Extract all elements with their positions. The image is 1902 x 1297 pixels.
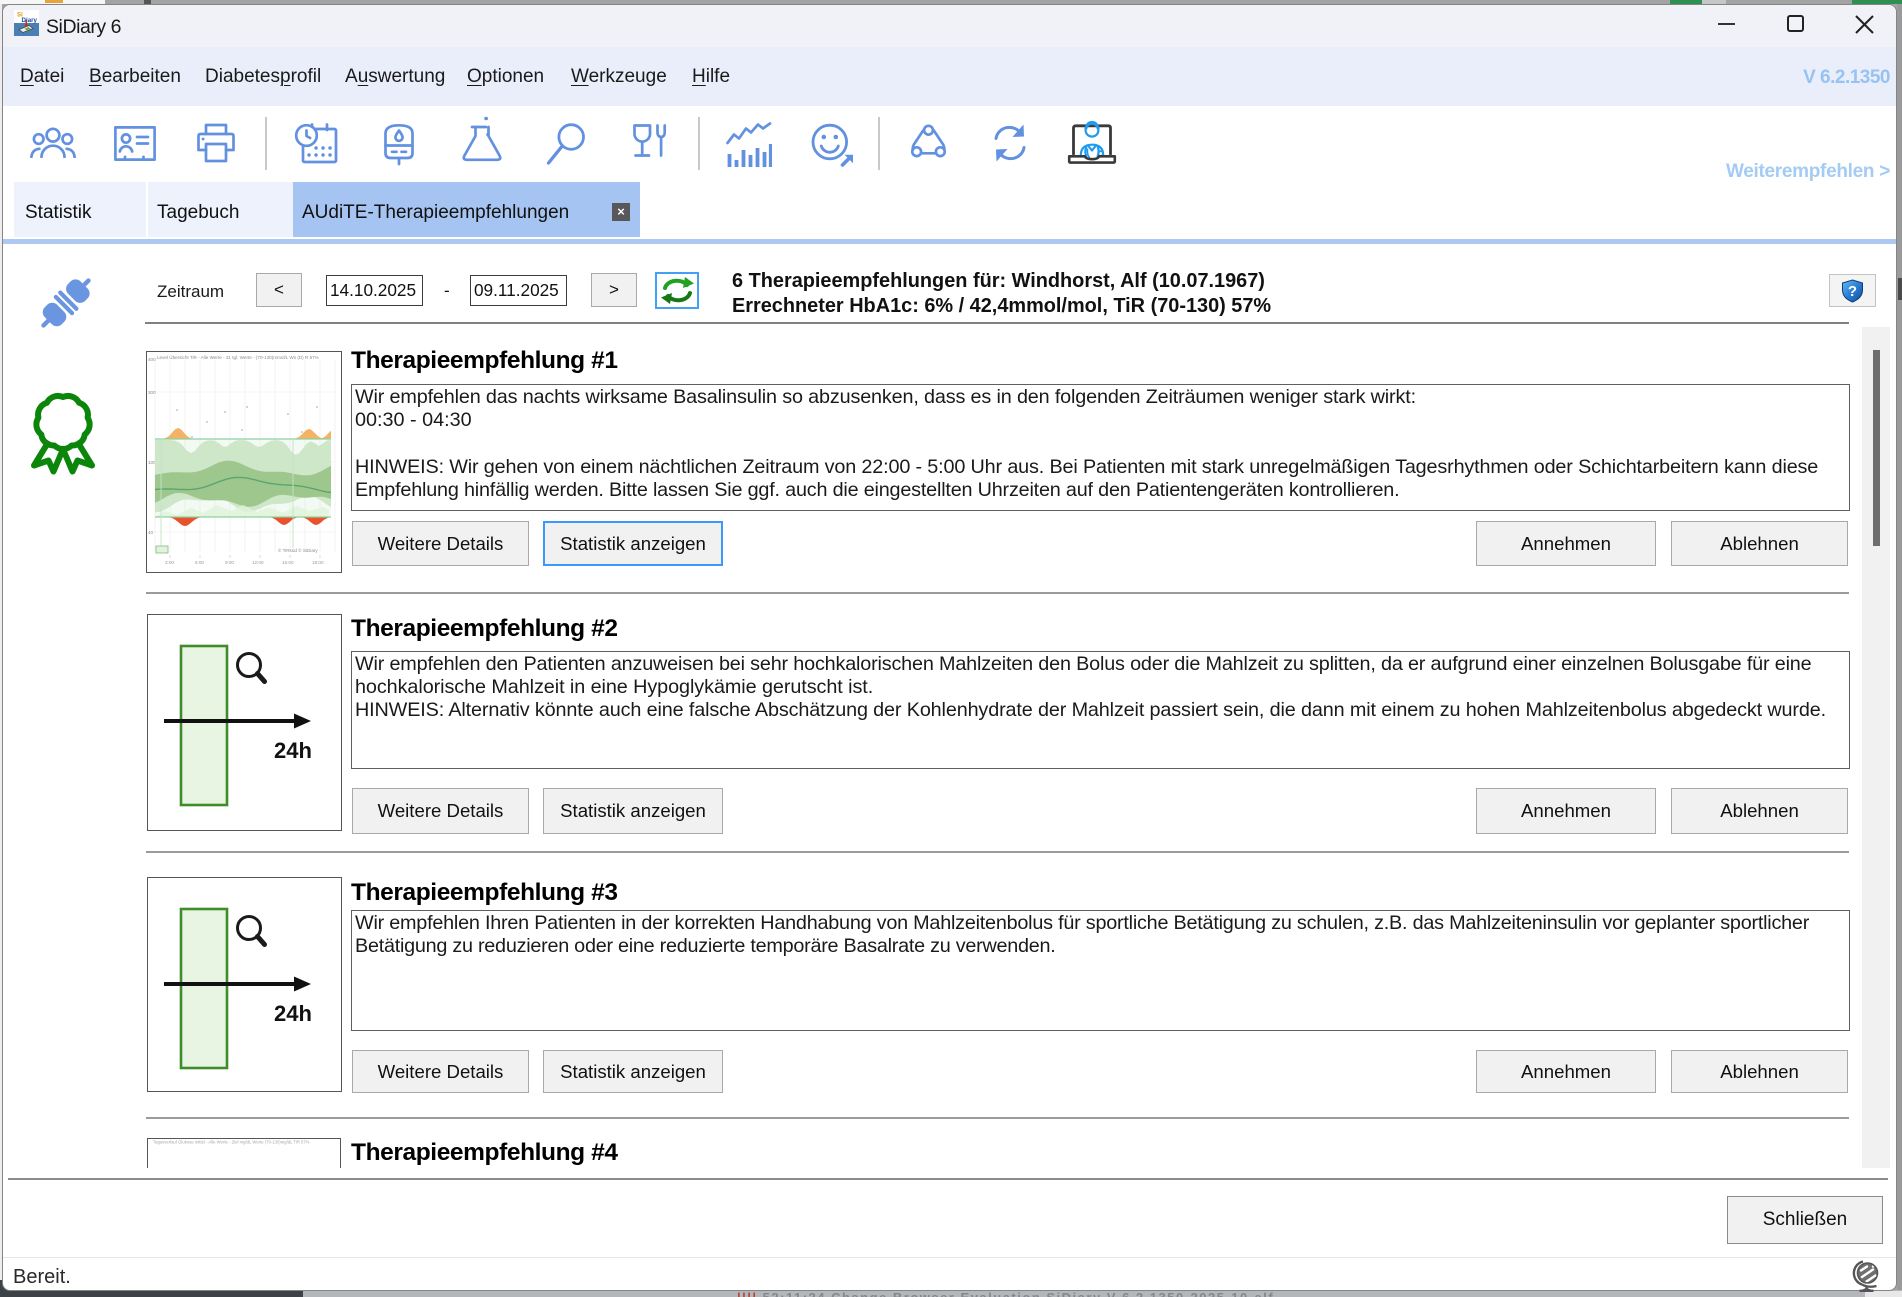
svg-text:24h: 24h	[274, 1001, 312, 1026]
svg-text:300: 300	[148, 390, 156, 395]
svg-text:40: 40	[148, 530, 154, 535]
svg-text:6:00: 6:00	[195, 560, 204, 565]
svg-text:12:00: 12:00	[252, 560, 264, 565]
svg-text:9:00: 9:00	[225, 560, 234, 565]
svg-text:?: ?	[1848, 283, 1857, 300]
svg-text:18:00: 18:00	[312, 560, 324, 565]
svg-text:400: 400	[148, 357, 156, 362]
svg-text:24h: 24h	[274, 738, 312, 763]
svg-text:100: 100	[148, 460, 156, 465]
svg-text:3:00: 3:00	[165, 560, 174, 565]
svg-text:15:00: 15:00	[282, 560, 294, 565]
svg-text:Level Übersicht TiR - Alle We: Level Übersicht TiR - Alle Werte - 31 tg…	[157, 354, 319, 360]
svg-text:© TiRsüd © SiDiary: © TiRsüd © SiDiary	[278, 547, 318, 553]
svg-text:Diary: Diary	[22, 17, 38, 24]
